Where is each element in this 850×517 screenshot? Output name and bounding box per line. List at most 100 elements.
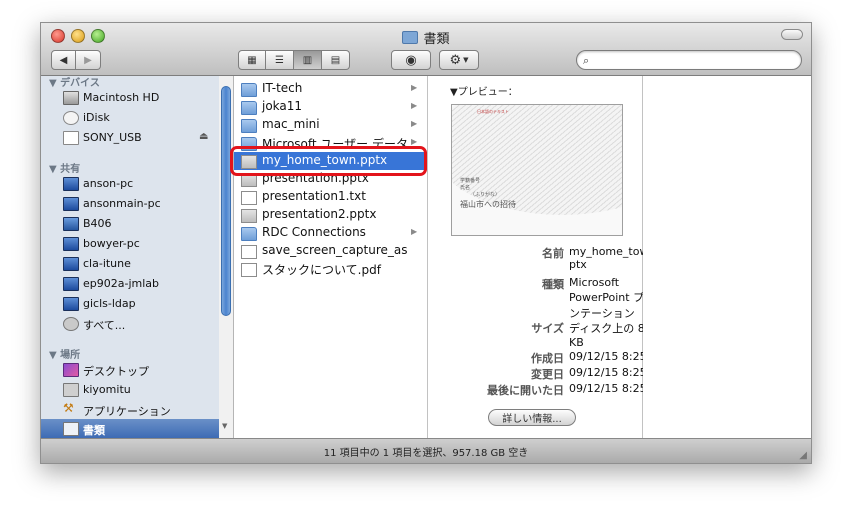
column-view-icon: ▥ [302,54,313,66]
sidebar-scrollbar[interactable]: ▼ [219,76,234,438]
search-icon: ⌕ [583,54,590,67]
back-button[interactable]: ◀ [51,50,76,70]
quick-look-button[interactable]: ◉ [391,50,431,70]
slide-top-text: 日本語のテキスト [477,109,509,114]
sidebar-scroll-thumb[interactable] [221,86,231,316]
file-row-mac-mini[interactable]: mac_mini ▶ [234,116,427,134]
sidebar-item-desktop[interactable]: デスクトップ [41,360,219,380]
status-bar: 11 項目中の 1 項目を選択、957.18 GB 空き ◢ [41,438,811,463]
window-title: 書類 [41,28,811,47]
forward-arrow-icon: ▶ [84,54,92,66]
sidebar-item-ansonmain-pc[interactable]: ansonmain-pc [41,194,219,214]
sidebar-item-macintosh-hd[interactable]: Macintosh HD [41,88,219,108]
selection-highlight-annotation [230,146,427,176]
slide-text-line: 学籍番号 [460,178,481,184]
computer-icon [63,197,79,211]
sidebar-item-gicls-ldap[interactable]: gicls-ldap [41,294,219,314]
idisk-icon [63,111,79,125]
resize-grip-icon[interactable]: ◢ [799,450,807,461]
eject-icon[interactable]: ⏏ [199,131,208,142]
sidebar-section-places[interactable]: ▼ 場所 [49,346,80,361]
list-view-icon: ☰ [275,54,284,66]
disclosure-arrow-icon: ▶ [411,227,418,236]
file-row-rdc-connections[interactable]: RDC Connections ▶ [234,224,427,242]
view-mode-buttons: ▦ ☰ ▥ ▤ [238,50,350,70]
sidebar-item-applications[interactable]: ⚒ アプリケーション [41,400,219,420]
info-label-name: 名前 [542,247,564,260]
folder-icon [241,83,257,97]
empty-column [643,76,811,438]
disclosure-arrow-icon: ▶ [411,137,418,146]
preview-thumbnail: 日本語のテキスト 学籍番号 氏名 （ふりがな） 福山市への招待 [451,104,623,236]
file-row-presentation2-pptx[interactable]: presentation2.pptx [234,206,427,224]
info-value-created: 09/12/15 8:25 [569,350,647,363]
desktop-icon [63,363,79,377]
sidebar-item-bowyer-pc[interactable]: bowyer-pc [41,234,219,254]
slide-title-text: 福山市への招待 [460,200,516,209]
coverflow-view-icon: ▤ [330,54,341,66]
file-row-it-tech[interactable]: IT-tech ▶ [234,80,427,98]
info-label-kind: 種類 [542,278,564,291]
sidebar-item-ep902a-jmlab[interactable]: ep902a-jmlab [41,274,219,294]
list-view-button[interactable]: ☰ [266,50,294,70]
coverflow-view-button[interactable]: ▤ [322,50,350,70]
navigation-buttons: ◀ ▶ [51,50,101,70]
chevron-down-icon: ▼ [463,56,469,64]
icon-view-button[interactable]: ▦ [238,50,266,70]
sidebar: ▼ デバイス Macintosh HD iDisk SONY_USB ⏏ ▼ 共有… [41,76,220,438]
file-row-joka11[interactable]: joka11 ▶ [234,98,427,116]
disclosure-arrow-icon: ▶ [411,101,418,110]
pdf-file-icon [241,263,257,277]
search-field[interactable]: ⌕ [576,50,802,70]
sidebar-item-b406[interactable]: B406 [41,214,219,234]
sidebar-item-kiyomitu[interactable]: kiyomitu [41,380,219,400]
sidebar-item-anson-pc[interactable]: anson-pc [41,174,219,194]
status-text: 11 項目中の 1 項目を選択、957.18 GB 空き [323,448,529,459]
sidebar-item-all[interactable]: すべて... [41,314,219,334]
sidebar-item-documents[interactable]: 書類 [41,419,219,438]
info-label-modified: 変更日 [531,368,564,381]
title-bar: 書類 ◀ ▶ ▦ ☰ ▥ ▤ ◉ ⚙ ▼ ⌕ [41,23,811,76]
preview-header[interactable]: ▼プレビュー： [450,83,518,98]
sidebar-section-shared[interactable]: ▼ 共有 [49,160,80,175]
gear-icon: ⚙ [449,52,462,68]
column-view-button[interactable]: ▥ [294,50,322,70]
eye-icon: ◉ [405,52,417,68]
folder-icon [241,227,257,241]
computer-icon [63,277,79,291]
finder-window: 書類 ◀ ▶ ▦ ☰ ▥ ▤ ◉ ⚙ ▼ ⌕ ▼ デバイス Macintosh H… [40,22,812,464]
disclosure-arrow-icon: ▶ [411,83,418,92]
slide-text-line: （ふりがな） [470,192,501,198]
usb-drive-icon [63,131,79,145]
sidebar-item-sony-usb[interactable]: SONY_USB ⏏ [41,128,219,148]
folder-icon [241,119,257,133]
info-label-size: サイズ [531,322,564,335]
forward-button[interactable]: ▶ [76,50,101,70]
computer-icon [63,237,79,251]
sidebar-item-cla-itune[interactable]: cla-itune [41,254,219,274]
home-icon [63,383,79,397]
scroll-down-icon[interactable]: ▼ [222,422,227,430]
action-menu-button[interactable]: ⚙ ▼ [439,50,479,70]
computer-icon [63,217,79,231]
hard-drive-icon [63,91,79,105]
back-arrow-icon: ◀ [59,54,68,66]
computer-icon [63,177,79,191]
slide-text-line: 氏名 [460,185,471,191]
sidebar-item-idisk[interactable]: iDisk [41,108,219,128]
file-row-presentation1-txt[interactable]: presentation1.txt [234,188,427,206]
info-value-modified: 09/12/15 8:25 [569,366,647,379]
more-info-button[interactable]: 詳しい情報... [488,409,576,426]
network-icon [63,317,79,331]
toolbar-toggle-button[interactable] [781,29,803,40]
icon-view-icon: ▦ [247,54,257,66]
disclosure-arrow-icon: ▶ [411,119,418,128]
file-row-stack-pdf[interactable]: スタックについて.pdf [234,260,427,278]
computer-icon [63,257,79,271]
info-label-created: 作成日 [531,352,564,365]
folder-icon [402,31,419,44]
search-input[interactable] [599,52,798,70]
info-label-last-opened: 最後に開いた日 [487,384,564,397]
folder-icon [241,101,257,115]
file-row-save-screen-capture[interactable]: save_screen_capture_as [234,242,427,260]
